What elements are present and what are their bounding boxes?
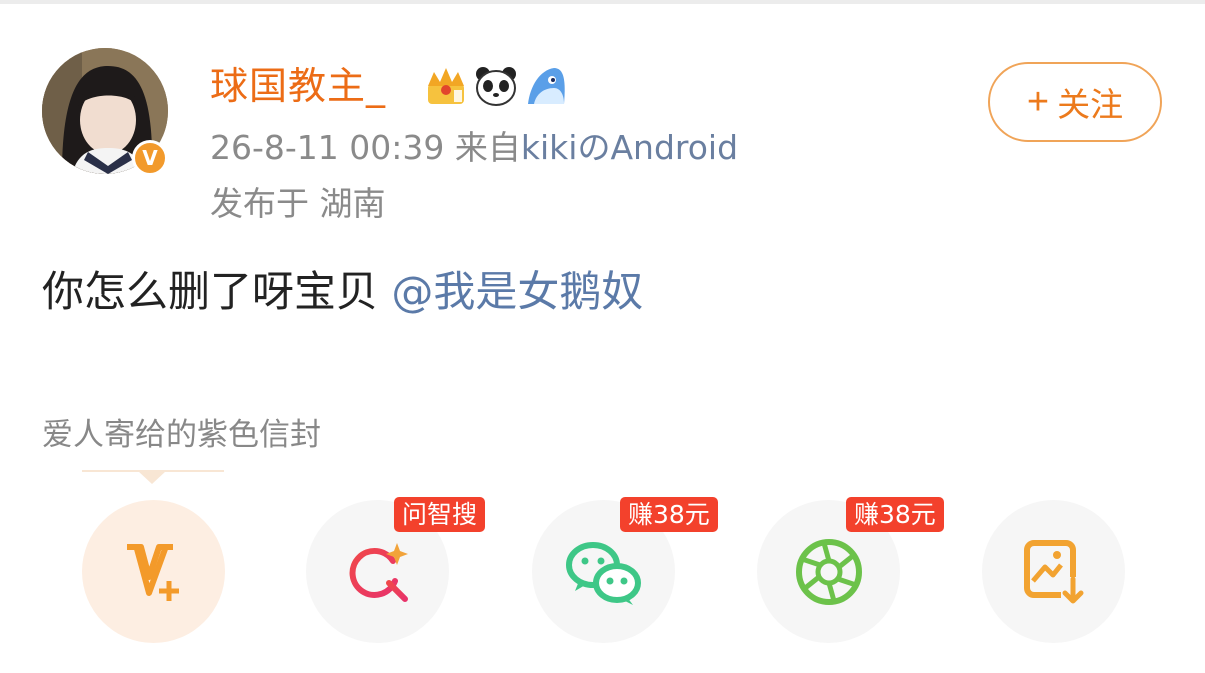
share-vplus-button[interactable] [82, 500, 225, 643]
moments-icon [795, 538, 862, 605]
post-content: 你怎么删了呀宝贝 @我是女鹅奴 [42, 264, 643, 320]
post-text: 你怎么删了呀宝贝 [42, 267, 379, 316]
verified-badge: V [132, 140, 168, 176]
shark-badge-icon[interactable] [524, 64, 568, 108]
follow-label: 关注 [1057, 86, 1124, 123]
ai-search-icon [349, 542, 408, 602]
top-divider [0, 0, 1205, 4]
post-subtitle: 爱人寄给的紫色信封 [42, 417, 321, 453]
follow-button[interactable]: + 关注 [988, 62, 1162, 142]
source-prefix: 来自 [454, 128, 521, 167]
post-source[interactable]: kikiのAndroid [521, 128, 738, 167]
panda-badge-icon[interactable] [474, 64, 518, 108]
share-save-image-button[interactable] [982, 500, 1125, 643]
post-timestamp: 26-8-11 00:39 [210, 128, 445, 167]
user-badges [424, 64, 568, 108]
pointer-arrow [138, 471, 166, 484]
moments-reward-tag: 赚38元 [846, 497, 944, 532]
save-image-icon [1023, 539, 1085, 605]
post-meta: 26-8-11 00:39 来自kikiのAndroid [210, 126, 738, 170]
vplus-icon [126, 543, 179, 601]
plus-icon: + [1026, 81, 1050, 123]
wechat-reward-tag: 赚38元 [620, 497, 718, 532]
crown-badge-icon[interactable] [424, 64, 468, 108]
wechat-icon [565, 541, 641, 605]
ai-search-tag: 问智搜 [394, 497, 486, 532]
post-location: 发布于 湖南 [210, 184, 386, 223]
username[interactable]: 球国教主_ [210, 62, 386, 110]
mention-link[interactable]: @我是女鹅奴 [391, 267, 643, 316]
